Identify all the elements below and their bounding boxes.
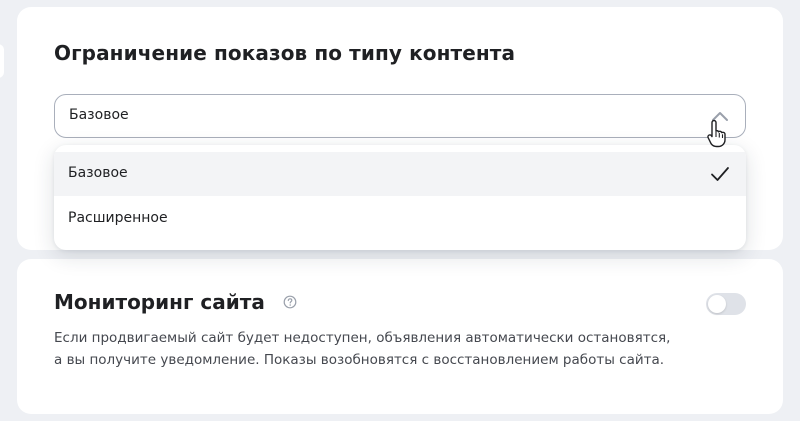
site-monitoring-title: Мониторинг сайта [54, 290, 265, 314]
content-limit-title: Ограничение показов по типу контента [54, 41, 516, 65]
dropdown-option-label: Расширенное [68, 210, 168, 226]
dropdown-option-basic[interactable]: Базовое [54, 152, 746, 196]
description-line: а вы получите уведомление. Показы возобн… [54, 352, 665, 368]
content-type-select[interactable]: Базовое [54, 94, 746, 138]
toggle-knob [708, 295, 726, 313]
site-monitoring-description: Если продвигаемый сайт будет недоступен,… [54, 327, 744, 371]
content-type-select-value: Базовое [69, 107, 129, 123]
page: Ограничение показов по типу контента Баз… [0, 0, 800, 421]
checkmark-icon [711, 167, 729, 181]
site-monitoring-card: Мониторинг сайта Если продвигаемый сайт … [17, 259, 783, 414]
adjacent-panel-edge [0, 44, 4, 78]
hand-pointer-icon [707, 119, 726, 148]
dropdown-option-label: Базовое [68, 165, 128, 181]
dropdown-option-extended[interactable]: Расширенное [54, 197, 746, 241]
description-line: Если продвигаемый сайт будет недоступен,… [54, 330, 671, 346]
content-type-dropdown: Базовое Расширенное [54, 145, 746, 250]
question-circle-icon[interactable] [283, 295, 297, 309]
site-monitoring-toggle[interactable] [706, 293, 746, 315]
